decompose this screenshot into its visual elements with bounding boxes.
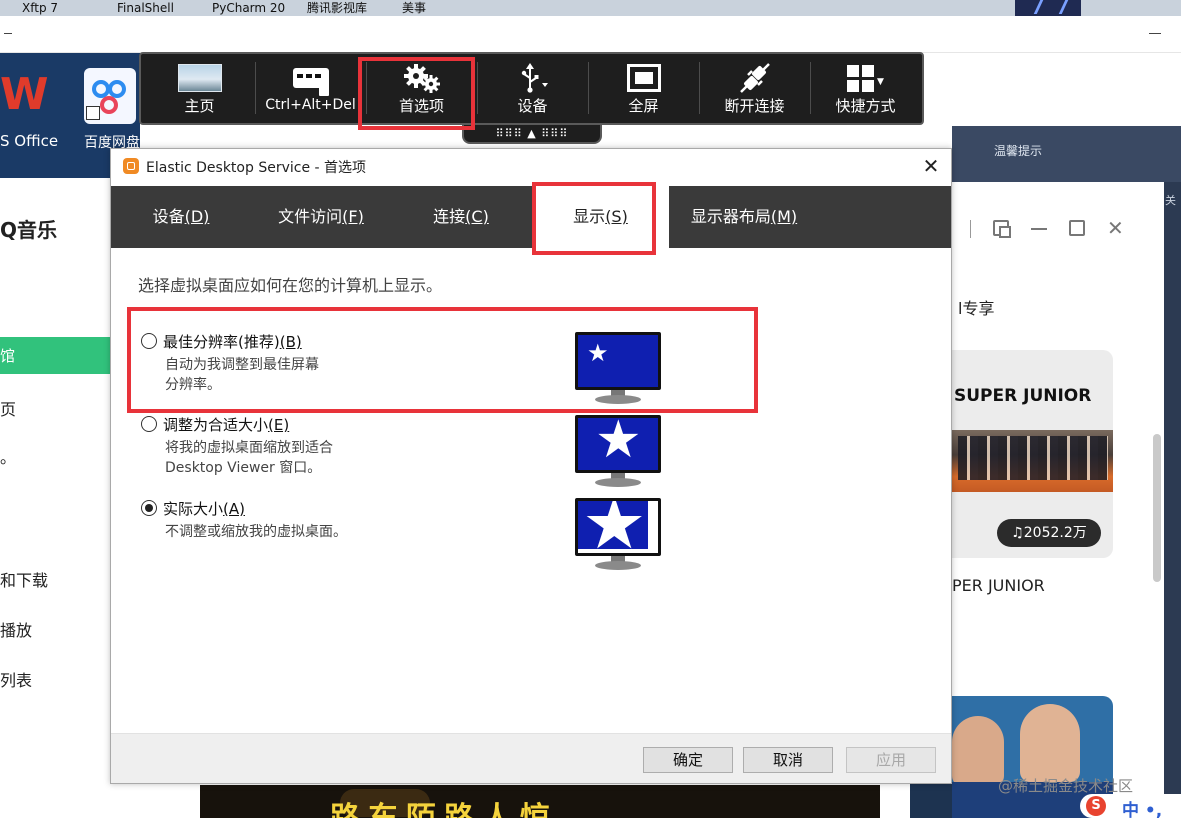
radio-best-resolution[interactable] xyxy=(141,333,157,349)
scrollbar[interactable] xyxy=(1153,434,1161,582)
dialog-title: Elastic Desktop Service - 首选项 xyxy=(146,160,367,176)
disconnect-button[interactable]: 断开连接 xyxy=(699,54,810,123)
tab-monitor-layout[interactable]: 显示器布局(M) xyxy=(669,186,819,248)
tab-devices[interactable]: 设备(D) xyxy=(111,186,251,248)
album-card-title: SUPER JUNIOR xyxy=(954,386,1092,406)
home-thumbnail-icon xyxy=(177,64,222,92)
display-instruction: 选择虚拟桌面应如何在您的计算机上显示。 xyxy=(138,276,443,295)
exclusive-section-title: l专享 xyxy=(958,299,995,318)
option-label[interactable]: 实际大小(A) xyxy=(163,498,245,519)
host-taskbar: Xftp 7 FinalShell PyCharm 20... 腾讯影视库 美事 xyxy=(0,0,1181,16)
radio-actual-size[interactable] xyxy=(141,500,157,516)
album-caption[interactable]: PER JUNIOR xyxy=(952,576,1045,595)
close-button[interactable]: ✕ xyxy=(919,155,943,179)
option-description: 将我的虚拟桌面缩放到适合 Desktop Viewer 窗口。 xyxy=(165,440,333,476)
dialog-footer: 确定 取消 应用 xyxy=(111,733,951,783)
remote-toolbar: 主页 Ctrl+Alt+Del 首选项 设备 全屏 断开连接 ▼ 快捷方式 xyxy=(139,52,924,125)
wallpaper-fragment xyxy=(910,780,952,818)
star-icon: ★ xyxy=(587,339,609,367)
ok-button[interactable]: 确定 xyxy=(643,747,733,773)
notice-close[interactable]: 关 xyxy=(1165,192,1176,208)
taskbar-item-other[interactable]: 美事 xyxy=(380,0,475,16)
option-description: 不调整或缩放我的虚拟桌面。 xyxy=(165,524,347,540)
devices-button[interactable]: 设备 xyxy=(477,54,588,123)
home-button[interactable]: 主页 xyxy=(144,54,255,123)
star-icon: ★ xyxy=(582,501,647,553)
usb-icon xyxy=(516,63,550,93)
qq-sidebar-item[interactable]: 列表 xyxy=(0,667,32,691)
chevron-down-icon: ▼ xyxy=(877,77,884,87)
qq-sidebar-item[interactable]: 和下载 xyxy=(0,567,48,591)
maximize-icon[interactable] xyxy=(1069,220,1085,236)
ime-toolbar[interactable]: S 中 •, xyxy=(1080,794,1181,818)
ime-mode-label: 中 •, xyxy=(1122,801,1163,818)
minimize-icon[interactable] xyxy=(4,33,12,34)
fullscreen-icon xyxy=(626,64,661,92)
monitor-actual-size-icon: ★ xyxy=(575,498,661,574)
grid-icon xyxy=(847,64,875,92)
tab-file-access[interactable]: 文件访问(F) xyxy=(251,186,391,248)
baidu-netdisk-icon[interactable] xyxy=(84,68,136,124)
option-label[interactable]: 最佳分辨率(推荐)(B) xyxy=(163,331,302,352)
apply-button[interactable]: 应用 xyxy=(846,747,936,773)
disconnect-plug-icon xyxy=(738,63,772,93)
taskbar-item-video[interactable]: 腾讯影视库 xyxy=(285,0,380,16)
mini-mode-icon[interactable] xyxy=(993,220,1011,238)
monitor-best-resolution-icon: ★ xyxy=(575,332,661,408)
app-icon xyxy=(123,158,139,174)
preferences-button[interactable]: 首选项 xyxy=(366,54,477,123)
tab-connection[interactable]: 连接(C) xyxy=(391,186,531,248)
window-minimize-icon[interactable] xyxy=(1149,33,1161,34)
radio-fit-window[interactable] xyxy=(141,416,157,432)
gears-icon xyxy=(403,63,441,93)
qq-sidebar-item[interactable]: 页 xyxy=(0,396,16,420)
notice-panel xyxy=(952,126,1181,182)
qq-music-title: Q音乐 xyxy=(0,218,58,242)
taskbar-item-xftp[interactable]: Xftp 7 xyxy=(0,0,95,16)
toolbar-drag-handle[interactable]: ⠿⠿⠿ ▲ ⠿⠿⠿ xyxy=(462,125,602,144)
taskbar-item-finalshell[interactable]: FinalShell xyxy=(95,0,190,16)
video-banner[interactable]: 路东陌路人惊 xyxy=(200,785,880,818)
album-cover-image xyxy=(952,430,1113,492)
taskbar-app-thumbnail[interactable] xyxy=(1015,0,1081,16)
notice-title: 温馨提示 xyxy=(994,144,1043,158)
remote-window-titlebar xyxy=(0,16,1181,53)
wps-office-icon[interactable]: W xyxy=(0,70,49,122)
option-description: 自动为我调整到最佳屏幕 分辨率。 xyxy=(165,357,319,393)
keyboard-icon xyxy=(292,68,329,96)
dialog-titlebar: Elastic Desktop Service - 首选项 ✕ xyxy=(111,149,951,185)
tab-bar: 设备(D) 文件访问(F) 连接(C) 显示(S) 显示器布局(M) xyxy=(111,186,951,248)
ctrl-alt-del-button[interactable]: Ctrl+Alt+Del xyxy=(255,54,366,123)
tab-display[interactable]: 显示(S) xyxy=(532,186,669,248)
cancel-button[interactable]: 取消 xyxy=(743,747,833,773)
qq-sidebar-item[interactable]: 。 xyxy=(0,444,16,468)
preferences-dialog: Elastic Desktop Service - 首选项 ✕ 设备(D) 文件… xyxy=(110,148,952,784)
minimize-icon[interactable] xyxy=(1031,228,1047,230)
option-label[interactable]: 调整为合适大小(E) xyxy=(163,414,289,435)
taskbar-item-pycharm[interactable]: PyCharm 20... xyxy=(190,0,285,16)
monitor-fit-window-icon: ★ xyxy=(575,415,661,491)
star-icon: ★ xyxy=(595,418,642,470)
window-controls: ✕ xyxy=(970,218,1124,238)
fullscreen-button[interactable]: 全屏 xyxy=(588,54,699,123)
sogou-ime-icon: S xyxy=(1086,796,1106,816)
close-icon[interactable]: ✕ xyxy=(1107,218,1124,238)
qq-sidebar-item[interactable]: 播放 xyxy=(0,617,32,641)
shortcuts-button[interactable]: ▼ 快捷方式 xyxy=(810,54,921,123)
wps-office-label: S Office xyxy=(0,132,59,150)
watermark: @稀土掘金技术社区 xyxy=(998,777,1134,795)
play-count-badge: ♫2052.2万 xyxy=(997,519,1101,547)
